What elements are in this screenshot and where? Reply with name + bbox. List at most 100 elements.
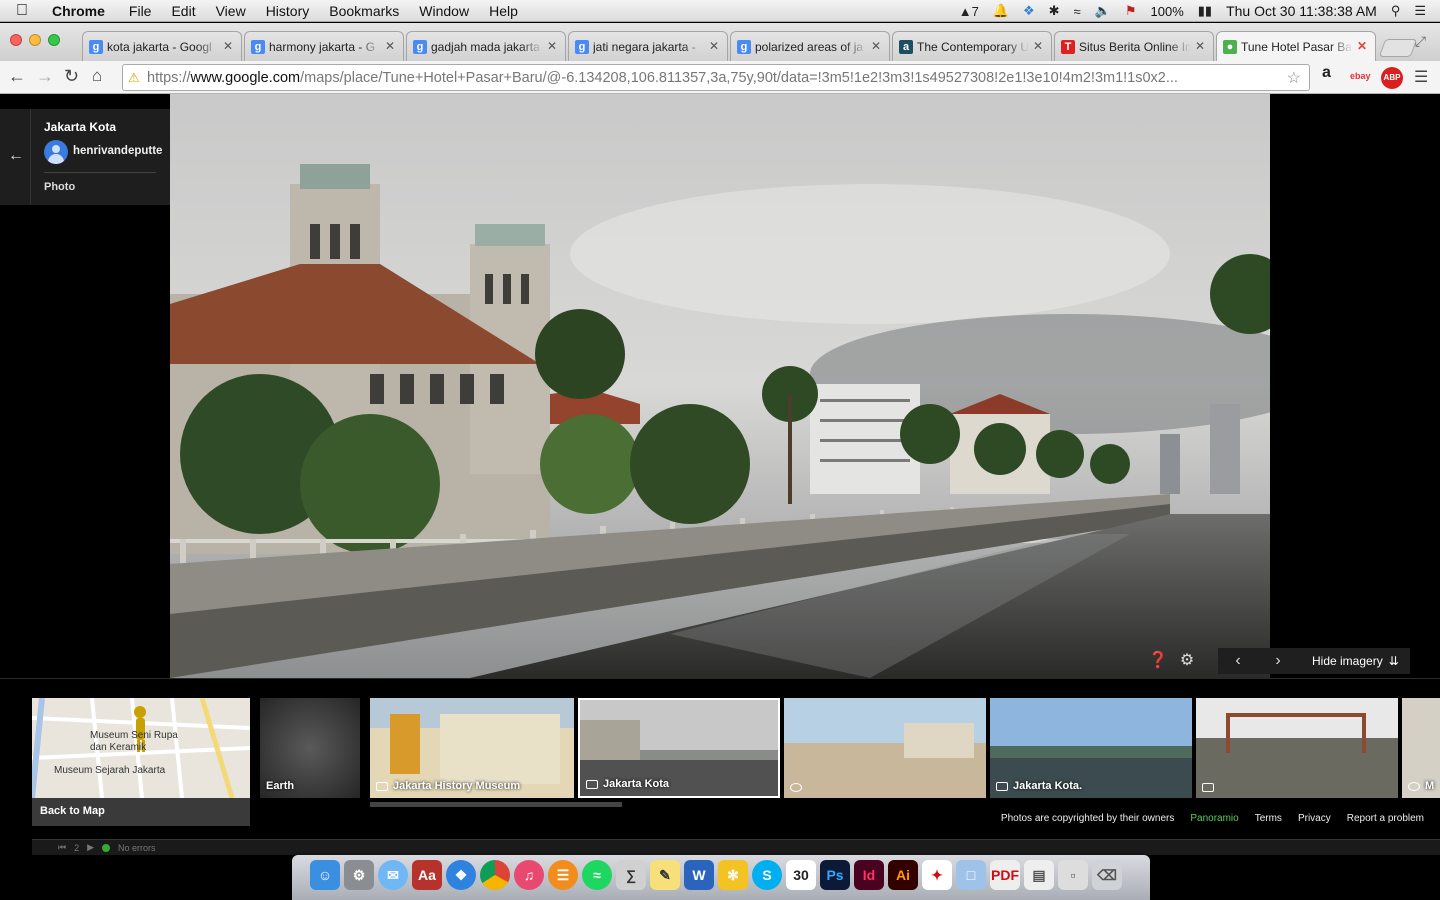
forward-icon[interactable]: → — [36, 66, 54, 87]
spotlight-search-icon[interactable]: ⚲ — [1391, 3, 1401, 19]
close-window-button[interactable] — [10, 34, 22, 46]
wifi-icon[interactable]: ≈ — [1074, 4, 1081, 19]
dictionary-icon[interactable]: Aa — [412, 860, 442, 890]
menu-history[interactable]: History — [256, 3, 320, 19]
tab-8[interactable]: ● Tune Hotel Pasar Bar ✕ — [1216, 31, 1376, 61]
system-preferences-icon[interactable]: ⚙ — [344, 860, 374, 890]
adobe-notifier-icon[interactable]: ▲7 — [959, 4, 979, 19]
photoshop-icon[interactable]: Ps — [820, 860, 850, 890]
terms-link[interactable]: Terms — [1255, 813, 1282, 824]
safari-icon[interactable]: ❖ — [446, 860, 476, 890]
messages-icon[interactable]: ✉ — [378, 860, 408, 890]
tab-5[interactable]: g polarized areas of ja ✕ — [730, 31, 890, 61]
filmstrip-scrollbar[interactable] — [370, 802, 622, 807]
next-photo-icon[interactable]: › — [1275, 652, 1280, 670]
previous-photo-icon[interactable]: ‹ — [1235, 652, 1240, 670]
page-number[interactable]: 2 — [74, 843, 79, 853]
thumb-drawbridge[interactable] — [1196, 698, 1398, 798]
clock[interactable]: Thu Oct 30 11:38:38 AM — [1226, 3, 1377, 19]
warning-lock-icon[interactable]: ⚠ — [128, 70, 140, 86]
menu-help[interactable]: Help — [479, 3, 528, 19]
tab-4[interactable]: g jati negara jakarta - ✕ — [568, 31, 728, 61]
menu-view[interactable]: View — [206, 3, 256, 19]
panoramio-link[interactable]: Panoramio — [1190, 813, 1238, 824]
reload-icon[interactable]: ↻ — [64, 66, 79, 87]
zoom-window-button[interactable] — [48, 34, 60, 46]
chrome-menu-icon[interactable]: ☰ — [1414, 67, 1428, 87]
thumb-earth[interactable]: Earth — [260, 698, 360, 798]
fullscreen-icon[interactable]: ⤢ — [1415, 33, 1426, 50]
close-tab-icon[interactable]: ✕ — [871, 39, 881, 53]
menu-file[interactable]: File — [119, 3, 162, 19]
map-label-museum-seni[interactable]: Museum Seni Rupa dan Keramik — [90, 730, 190, 754]
thumb-jakarta-kota-2[interactable]: Jakarta Kota. — [990, 698, 1192, 798]
thumb-jakarta-history-museum[interactable]: Jakarta History Museum — [370, 698, 574, 798]
bookmark-star-icon[interactable]: ☆ — [1287, 68, 1301, 88]
word-icon[interactable]: W — [684, 860, 714, 890]
tab-1[interactable]: g kota jakarta - Googl ✕ — [82, 31, 242, 61]
applications-folder-icon[interactable]: □ — [956, 860, 986, 890]
finder-icon[interactable]: ☺ — [310, 860, 340, 890]
acrobat-icon[interactable]: ✦ — [922, 860, 952, 890]
tab-7[interactable]: T Situs Berita Online In ✕ — [1054, 31, 1214, 61]
new-tab-button[interactable] — [1378, 39, 1418, 57]
author-avatar[interactable] — [44, 140, 68, 164]
notification-center-icon[interactable]: ☰ — [1414, 3, 1426, 19]
menu-edit[interactable]: Edit — [161, 3, 205, 19]
back-arrow-icon[interactable]: ← — [8, 147, 24, 165]
ibooks-icon[interactable]: ☰ — [548, 860, 578, 890]
tab-3[interactable]: g gadjah mada jakarta ✕ — [406, 31, 566, 61]
home-icon[interactable]: ⌂ — [92, 66, 102, 86]
next-page-icon[interactable]: ▶ — [87, 842, 94, 853]
itunes-icon[interactable]: ♫ — [514, 860, 544, 890]
skype-icon[interactable]: S — [752, 860, 782, 890]
map-label-museum-sejarah[interactable]: Museum Sejarah Jakarta — [54, 765, 165, 776]
minimize-window-button[interactable] — [29, 34, 41, 46]
close-tab-icon[interactable]: ✕ — [385, 39, 395, 53]
close-tab-icon[interactable]: ✕ — [547, 39, 557, 53]
tab-2[interactable]: g harmony jakarta - G ✕ — [244, 31, 404, 61]
flag-icon[interactable]: ⚑ — [1125, 3, 1137, 19]
calendar-icon[interactable]: 30 — [786, 860, 816, 890]
main-photo[interactable] — [170, 94, 1270, 678]
chrome-icon[interactable] — [480, 860, 510, 890]
amazon-extension-icon[interactable]: a — [1322, 64, 1331, 82]
documents-stack-icon[interactable]: ▤ — [1024, 860, 1054, 890]
menu-window[interactable]: Window — [409, 3, 479, 19]
bell-icon[interactable]: 🔔 — [993, 3, 1009, 19]
thumb-jakarta-kota-selected[interactable]: Jakarta Kota — [578, 698, 780, 798]
ebay-extension-icon[interactable]: ebay — [1350, 71, 1371, 81]
thumb-partial[interactable]: M — [1402, 698, 1440, 798]
help-icon[interactable]: ❓ — [1148, 650, 1168, 670]
menu-app-name[interactable]: Chrome — [36, 3, 119, 19]
close-tab-icon[interactable]: ✕ — [1357, 39, 1367, 53]
pdf-document-icon[interactable]: PDF — [990, 860, 1020, 890]
spotify-icon[interactable]: ≈ — [582, 860, 612, 890]
privacy-link[interactable]: Privacy — [1298, 813, 1331, 824]
dropbox-icon[interactable]: ❖ — [1023, 3, 1035, 19]
settings-gear-icon[interactable]: ⚙ — [1180, 650, 1194, 670]
thumb-fatahillah-square[interactable] — [784, 698, 986, 798]
calculator-icon[interactable]: ∑ — [616, 860, 646, 890]
back-icon[interactable]: ← — [8, 66, 26, 87]
battery-icon[interactable]: ▮▮ — [1198, 3, 1212, 19]
place-title[interactable]: Jakarta Kota — [44, 120, 116, 134]
hide-imagery-button[interactable]: Hide imagery ⇊ — [1298, 648, 1410, 674]
tab-6[interactable]: a The Contemporary U ✕ — [892, 31, 1052, 61]
indesign-icon[interactable]: Id — [854, 860, 884, 890]
close-tab-icon[interactable]: ✕ — [1195, 39, 1205, 53]
close-tab-icon[interactable]: ✕ — [709, 39, 719, 53]
author-name[interactable]: henrivandeputte — [73, 145, 162, 157]
address-bar[interactable]: ⚠ https://www.google.com/maps/place/Tune… — [122, 64, 1310, 91]
adblock-plus-extension-icon[interactable]: ABP — [1381, 67, 1403, 89]
first-page-icon[interactable]: ⏮ — [58, 842, 66, 853]
report-problem-link[interactable]: Report a problem — [1347, 813, 1424, 824]
menu-bookmarks[interactable]: Bookmarks — [319, 3, 409, 19]
back-to-map-button[interactable]: Back to Map — [32, 798, 250, 826]
apple-icon[interactable]:  — [16, 2, 36, 20]
close-tab-icon[interactable]: ✕ — [1033, 39, 1043, 53]
map-thumbnail[interactable]: Museum Seni Rupa dan Keramik Museum Seja… — [32, 698, 250, 798]
downloads-stack-icon[interactable]: ▫ — [1058, 860, 1088, 890]
bluetooth-icon[interactable]: ✱ — [1049, 3, 1060, 19]
illustrator-icon[interactable]: Ai — [888, 860, 918, 890]
